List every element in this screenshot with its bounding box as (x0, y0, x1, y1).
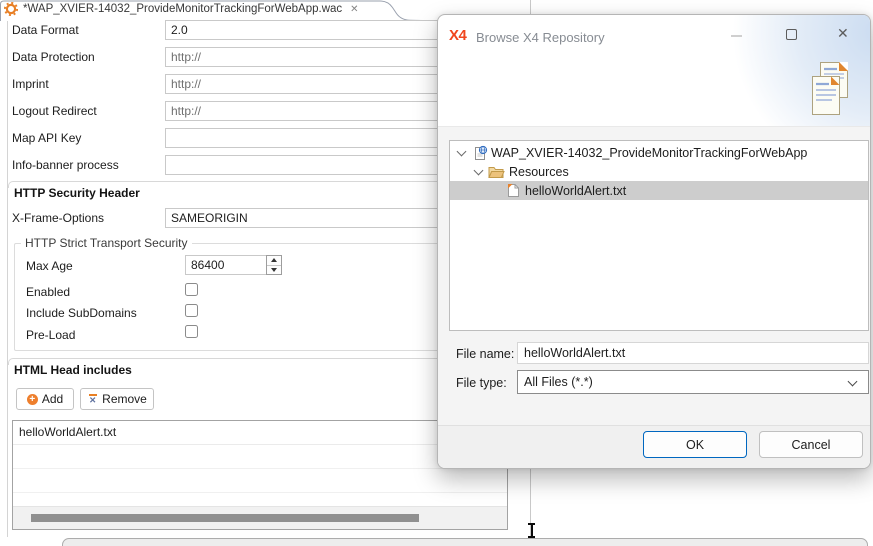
max-age-label: Max Age (26, 259, 73, 273)
list-empty-row (13, 469, 507, 493)
form-left-border (7, 21, 8, 537)
editor-tab[interactable]: *WAP_XVIER-14032_ProvideMonitorTrackingF… (0, 0, 430, 21)
file-name-input[interactable]: helloWorldAlert.txt (517, 342, 869, 364)
enabled-checkbox[interactable] (185, 283, 198, 296)
spinner-down-button[interactable] (267, 265, 281, 275)
spinner-up-button[interactable] (267, 256, 281, 265)
add-plus-icon: + (27, 394, 38, 405)
file-type-value: All Files (*.*) (524, 375, 593, 389)
text-file-icon (507, 183, 520, 198)
maximize-button[interactable] (786, 29, 797, 40)
tab-close-icon[interactable]: ✕ (350, 4, 358, 15)
x4-logo: X4 (449, 27, 466, 44)
add-button-label: Add (42, 392, 63, 406)
ok-button-label: OK (686, 438, 704, 452)
tree-item-project[interactable]: WAP_XVIER-14032_ProvideMonitorTrackingFo… (450, 143, 868, 162)
workbench: *WAP_XVIER-14032_ProvideMonitorTrackingF… (0, 0, 873, 546)
wac-gear-icon (4, 2, 18, 16)
checkbox-label: Enabled (26, 285, 70, 299)
list-hscrollbar[interactable] (13, 506, 507, 529)
remove-icon: ✕ (87, 394, 98, 405)
field-label: Logout Redirect (12, 104, 97, 118)
folder-open-icon (488, 165, 505, 179)
hsts-group-title: HTTP Strict Transport Security (21, 236, 192, 250)
project-icon (472, 145, 488, 161)
max-age-spinner[interactable] (266, 255, 282, 275)
tree-item-label: WAP_XVIER-14032_ProvideMonitorTrackingFo… (491, 146, 807, 160)
security-section-title: HTTP Security Header (14, 186, 140, 200)
tree-item-label: Resources (509, 165, 569, 179)
dialog-close-icon[interactable]: ✕ (837, 25, 849, 42)
tree-item-resources[interactable]: Resources (450, 162, 868, 181)
chevron-down-icon[interactable] (474, 165, 484, 175)
checkbox-label: Pre-Load (26, 328, 75, 342)
file-type-label: File type: (456, 376, 507, 390)
max-age-input[interactable]: 86400 (185, 255, 267, 275)
list-item[interactable]: helloWorldAlert.txt (13, 421, 507, 445)
remove-button-label: Remove (102, 392, 147, 406)
dialog-title: Browse X4 Repository (476, 30, 605, 45)
file-name-label: File name: (456, 347, 514, 361)
checkbox-label: Include SubDomains (26, 306, 137, 320)
field-label: Data Protection (12, 50, 95, 64)
add-button[interactable]: + Add (16, 388, 74, 410)
list-empty-row (13, 445, 507, 469)
cancel-button[interactable]: Cancel (759, 431, 863, 458)
documents-icon (806, 62, 860, 124)
tree-item-label: helloWorldAlert.txt (525, 184, 626, 198)
tree-item-file-selected[interactable]: helloWorldAlert.txt (450, 181, 868, 200)
field-label: Imprint (12, 77, 49, 91)
field-label: Data Format (12, 23, 79, 37)
field-label: Map API Key (12, 131, 81, 145)
ok-button[interactable]: OK (643, 431, 747, 458)
file-type-select[interactable]: All Files (*.*) (517, 370, 869, 394)
repository-tree[interactable]: WAP_XVIER-14032_ProvideMonitorTrackingFo… (449, 140, 869, 331)
head-includes-list[interactable]: helloWorldAlert.txt (12, 420, 508, 530)
tab-title: *WAP_XVIER-14032_ProvideMonitorTrackingF… (23, 3, 342, 15)
workbench-hscrollbar[interactable] (62, 538, 868, 546)
minimize-button[interactable] (731, 35, 742, 37)
head-section-title: HTML Head includes (14, 363, 132, 377)
include-subdomains-checkbox[interactable] (185, 304, 198, 317)
cancel-button-label: Cancel (792, 438, 831, 452)
xframe-label: X-Frame-Options (12, 211, 104, 225)
ibeam-cursor (528, 523, 535, 538)
remove-button[interactable]: ✕ Remove (80, 388, 154, 410)
field-label: Info-banner process (12, 158, 119, 172)
chevron-down-icon[interactable] (457, 146, 467, 156)
preload-checkbox[interactable] (185, 325, 198, 338)
browse-repository-dialog: X4 Browse X4 Repository ✕ (437, 14, 871, 469)
list-hscrollbar-thumb[interactable] (31, 514, 419, 522)
select-chevron-down-icon (848, 377, 858, 387)
